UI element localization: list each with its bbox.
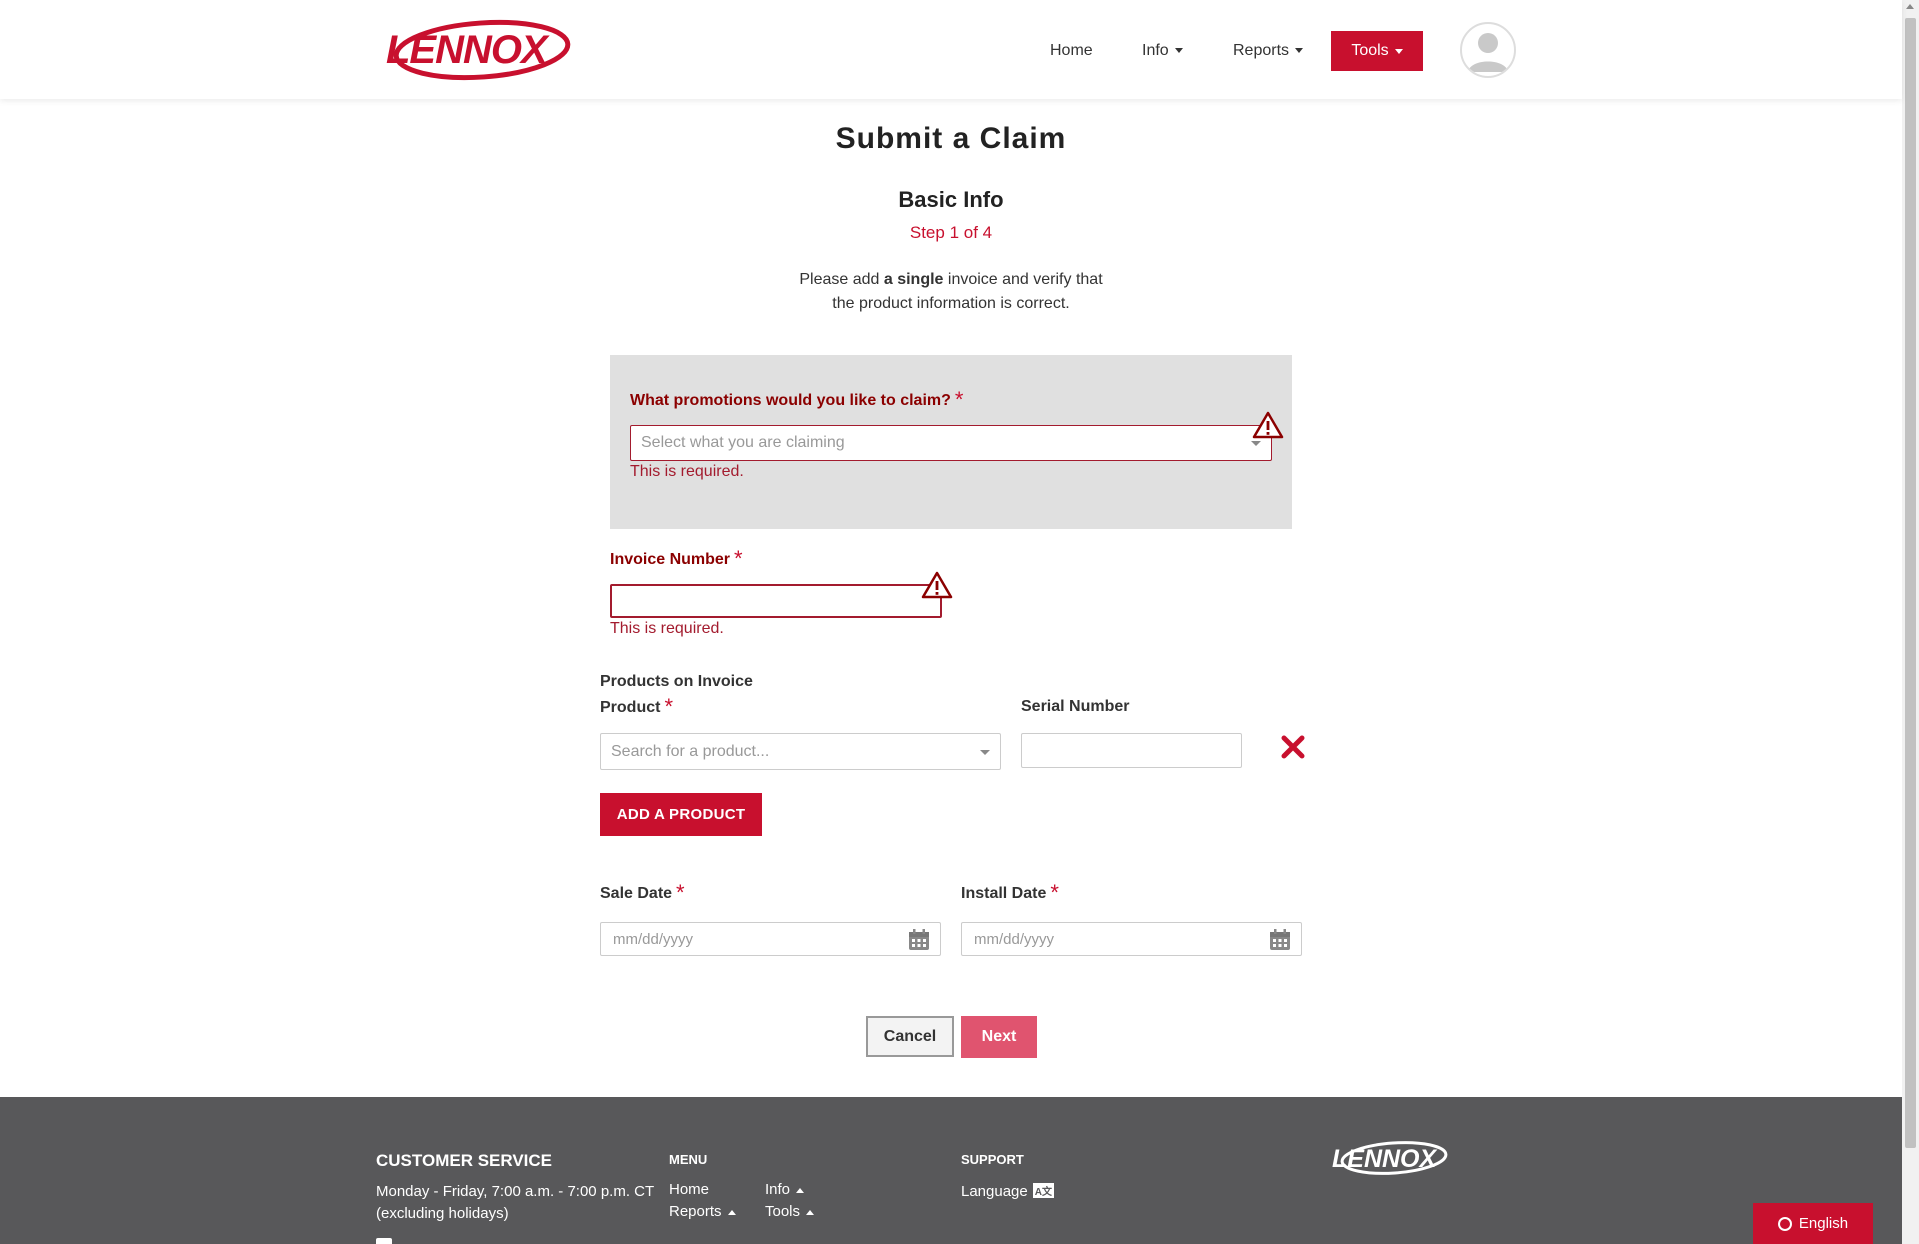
required-marker: *	[954, 387, 964, 412]
caret-down-icon	[1295, 48, 1304, 54]
product-label-text: Product	[600, 699, 661, 716]
required-marker: *	[734, 546, 743, 571]
calendar-icon[interactable]	[1269, 929, 1291, 951]
step-indicator: Step 1 of 4	[909, 223, 993, 242]
footer-link-tools-label: Tools	[765, 1203, 801, 1220]
footer-link-reports[interactable]: Reports	[669, 1203, 736, 1220]
instructions-emphasis: a single	[883, 271, 944, 288]
instructions: Please add a single invoice and verify t…	[0, 268, 1902, 316]
promotions-placeholder: Select what you are claiming	[641, 434, 845, 451]
instructions-text: invoice and verify that	[943, 271, 1103, 288]
invoice-label: Invoice Number *	[610, 546, 743, 572]
next-button[interactable]: Next	[961, 1016, 1037, 1058]
footer-link-home[interactable]: Home	[669, 1181, 709, 1198]
calendar-icon[interactable]	[908, 929, 930, 951]
serial-number-label: Serial Number	[1021, 698, 1130, 715]
sale-date-label-text: Sale Date	[600, 885, 673, 902]
footer-link-info[interactable]: Info	[765, 1181, 805, 1198]
add-product-button[interactable]: ADD A PRODUCT	[600, 793, 762, 836]
site-footer: CUSTOMER SERVICE Monday - Friday, 7:00 a…	[0, 1097, 1902, 1244]
translate-icon: A文	[1032, 1183, 1054, 1198]
sale-date-placeholder: mm/dd/yyyy	[613, 930, 694, 948]
nav-home-label: Home	[1050, 42, 1093, 59]
required-marker: *	[664, 694, 674, 719]
chevron-down-icon	[1251, 441, 1261, 446]
caret-up-icon	[727, 1209, 736, 1215]
cancel-button[interactable]: Cancel	[866, 1016, 954, 1057]
install-date-placeholder: mm/dd/yyyy	[974, 930, 1055, 948]
footer-link-tools[interactable]: Tools	[765, 1203, 815, 1220]
support-heading: SUPPORT	[961, 1152, 1024, 1167]
customer-service-hours-note: (excluding holidays)	[376, 1205, 509, 1222]
svg-text:LENNOX: LENNOX	[386, 28, 550, 72]
promotions-label-text: What promotions would you like to claim?	[630, 392, 951, 409]
nav-tools-label: Tools	[1351, 42, 1389, 59]
remove-product-icon[interactable]	[1280, 734, 1306, 760]
caret-up-icon	[796, 1187, 805, 1193]
promotions-error: This is required.	[630, 463, 744, 480]
caret-down-icon	[1394, 48, 1403, 54]
lennox-logo[interactable]: LENNOX	[382, 18, 572, 82]
nav-info-label: Info	[1142, 42, 1169, 59]
sale-date-input[interactable]: mm/dd/yyyy	[600, 922, 941, 956]
product-search-select[interactable]: Search for a product...	[600, 733, 1001, 770]
nav-reports-label: Reports	[1233, 42, 1290, 59]
svg-text:LENNOX: LENNOX	[1332, 1145, 1438, 1173]
customer-service-hours: Monday - Friday, 7:00 a.m. - 7:00 p.m. C…	[376, 1183, 655, 1200]
sale-date-label: Sale Date *	[600, 880, 685, 906]
customer-service-heading: CUSTOMER SERVICE	[376, 1151, 553, 1170]
promotions-select[interactable]: Select what you are claiming	[630, 425, 1272, 461]
nav-tools-button[interactable]: Tools	[1331, 31, 1423, 71]
footer-language-link[interactable]: Language A文	[961, 1183, 1054, 1200]
install-date-label: Install Date *	[961, 880, 1059, 906]
footer-lennox-logo[interactable]: LENNOX	[1330, 1139, 1450, 1177]
product-label: Product *	[600, 694, 673, 720]
invoice-error: This is required.	[610, 620, 724, 637]
warning-icon	[921, 571, 953, 599]
menu-heading: MENU	[669, 1152, 708, 1167]
serial-number-input[interactable]	[1021, 733, 1242, 768]
product-search-placeholder: Search for a product...	[611, 742, 770, 760]
products-heading: Products on Invoice	[600, 673, 753, 690]
invoice-label-text: Invoice Number	[610, 551, 731, 568]
facebook-icon[interactable]	[376, 1238, 392, 1244]
invoice-number-input[interactable]	[610, 584, 942, 618]
footer-language-label: Language	[961, 1183, 1028, 1200]
site-header: LENNOX Home Info Reports Tools	[0, 0, 1902, 99]
scrollbar-thumb[interactable]	[1905, 18, 1916, 1148]
chevron-down-icon	[980, 749, 990, 755]
user-silhouette-icon	[1468, 33, 1508, 72]
nav-home[interactable]: Home	[1050, 42, 1093, 60]
warning-icon	[1252, 411, 1284, 439]
install-date-input[interactable]: mm/dd/yyyy	[961, 922, 1302, 956]
instructions-text: Please add	[799, 271, 884, 288]
nav-reports[interactable]: Reports	[1233, 42, 1304, 60]
language-english-label: English	[1798, 1215, 1849, 1232]
user-avatar[interactable]	[1460, 22, 1516, 78]
promotions-label: What promotions would you like to claim?…	[630, 387, 963, 413]
language-english-button[interactable]: English	[1753, 1203, 1873, 1244]
footer-link-info-label: Info	[765, 1181, 791, 1198]
caret-down-icon	[1174, 48, 1183, 54]
section-title: Basic Info	[898, 187, 1004, 212]
instructions-text: the product information is correct.	[832, 295, 1070, 312]
nav-info[interactable]: Info	[1142, 42, 1183, 60]
required-marker: *	[1050, 880, 1059, 905]
language-circle-icon	[1777, 1216, 1792, 1231]
caret-up-icon	[806, 1209, 815, 1215]
required-marker: *	[676, 880, 685, 905]
page-title: Submit a Claim	[835, 122, 1067, 155]
scroll-up-arrow-icon[interactable]	[1906, 4, 1914, 9]
footer-link-reports-label: Reports	[669, 1203, 722, 1220]
install-date-label-text: Install Date	[961, 885, 1047, 902]
